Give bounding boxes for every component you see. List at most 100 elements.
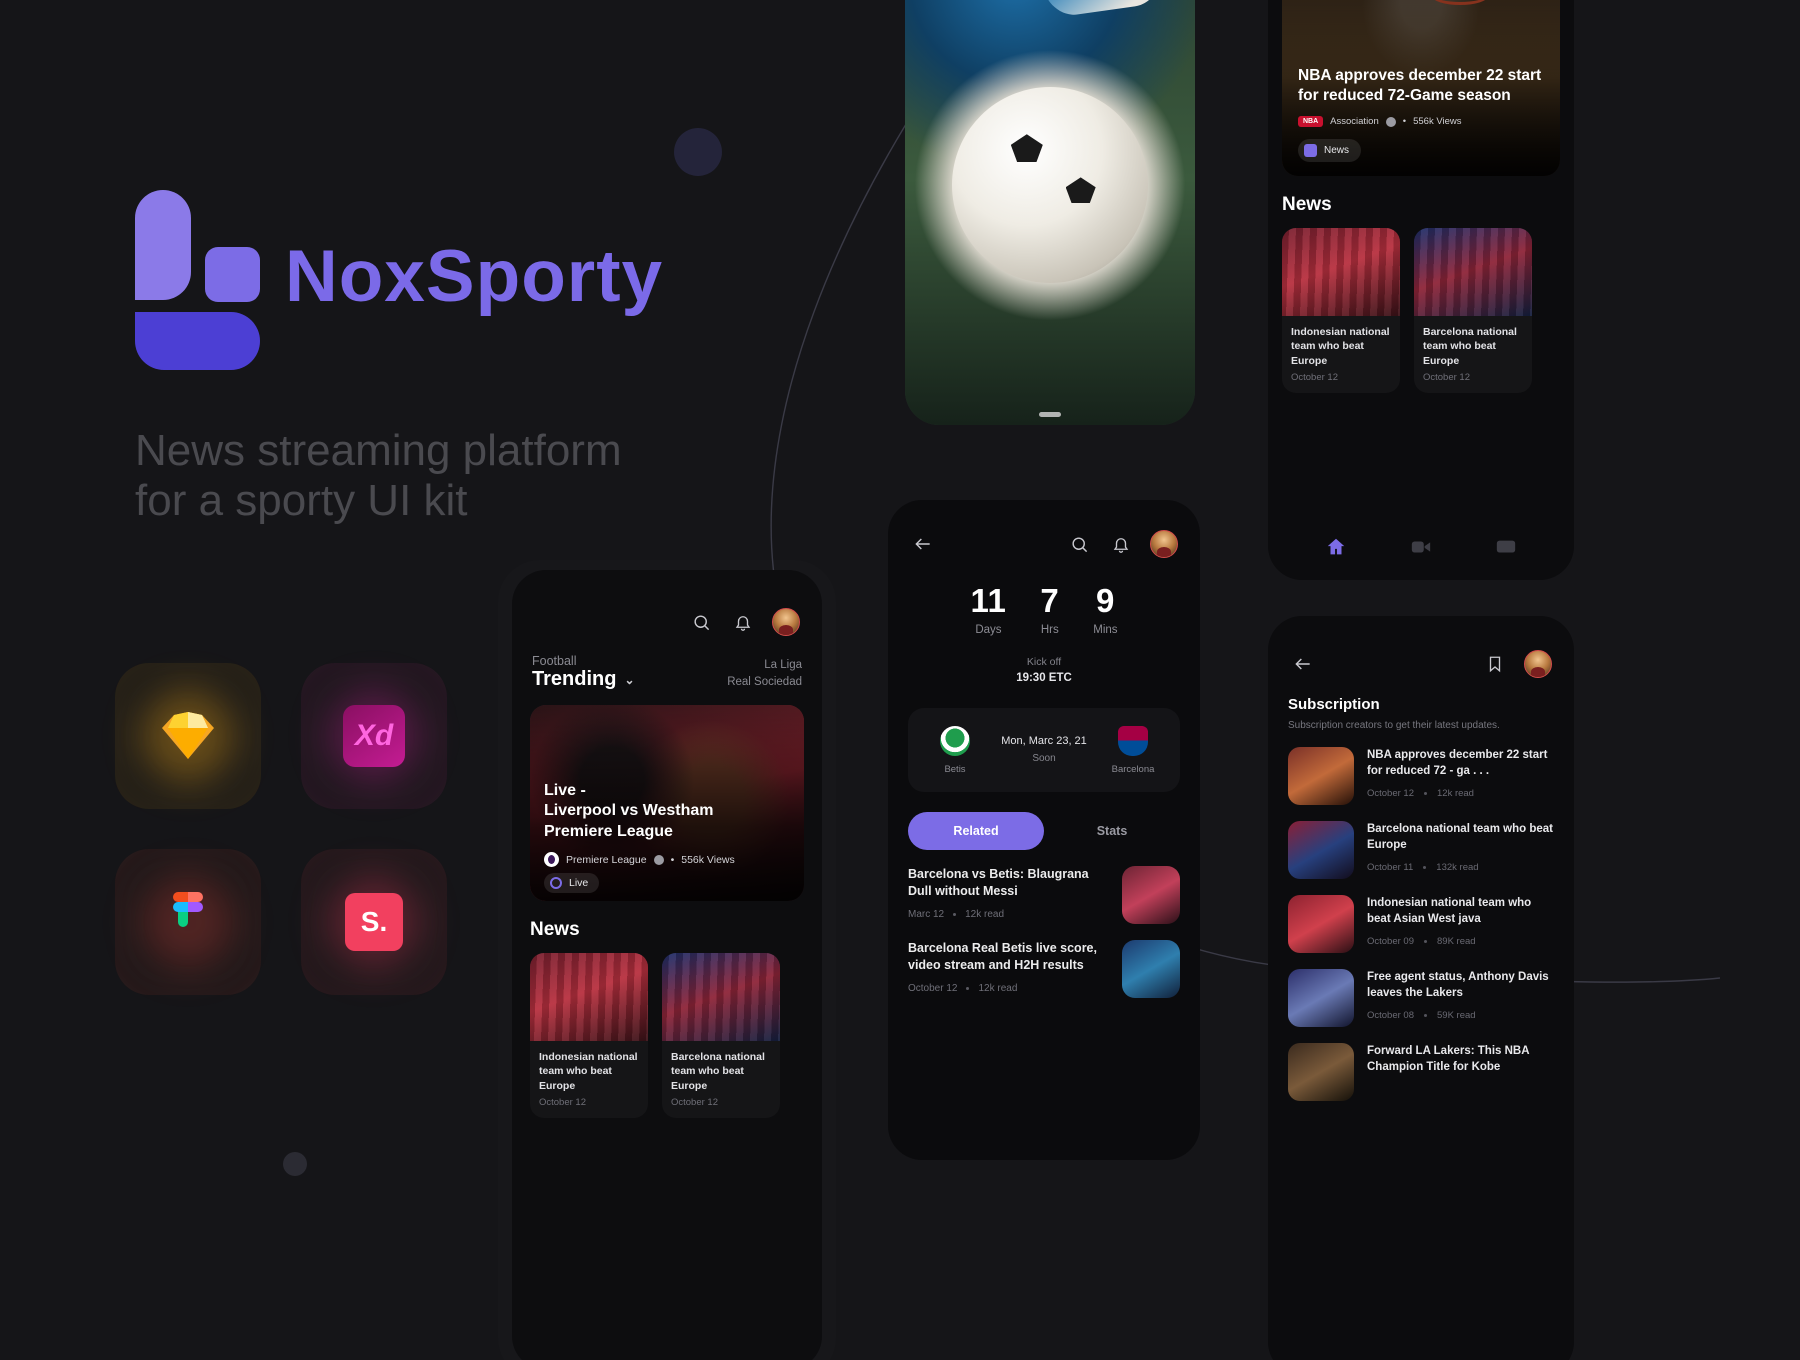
item-date: October 08	[1367, 1009, 1414, 1021]
match-date-block: Mon, Marc 23, 21 Soon	[1001, 733, 1087, 767]
back-arrow-icon[interactable]	[1290, 651, 1316, 677]
match-status: Soon	[1032, 752, 1056, 764]
item-read: 89K read	[1437, 935, 1476, 947]
trending-header: Football Trending ⌄ La Liga Real Socieda…	[512, 636, 822, 691]
list-item[interactable]: Indonesian national team who beat Asian …	[1288, 895, 1554, 953]
chevron-down-icon[interactable]: ⌄	[624, 673, 634, 687]
related-title: Barcelona Real Betis live score, video s…	[908, 941, 1097, 973]
item-title: Free agent status, Anthony Davis leaves …	[1367, 971, 1549, 1000]
related-thumbnail	[1122, 940, 1180, 999]
meta-dot-icon	[953, 912, 957, 916]
countdown: 11 Days 7 Hrs 9 Mins	[888, 584, 1200, 636]
tab-stats[interactable]: Stats	[1044, 812, 1180, 850]
news-thumbnail	[1282, 228, 1400, 316]
countdown-mins-label: Mins	[1093, 624, 1118, 636]
news-card[interactable]: Barcelona national team who beat Europe …	[1414, 228, 1532, 394]
countdown-hours-label: Hrs	[1040, 624, 1059, 636]
countdown-days: 11 Days	[970, 584, 1006, 636]
item-thumbnail	[1288, 895, 1354, 953]
news-thumbnail	[530, 953, 648, 1041]
live-views: 556k Views	[681, 853, 735, 866]
live-card-title: Live - Liverpool vs Westham Premiere Lea…	[544, 781, 792, 843]
hero-news-meta: NBA Association • 556k Views	[1298, 116, 1546, 127]
countdown-mins-value: 9	[1095, 582, 1115, 619]
hero-news-body: NBA approves december 22 start for reduc…	[1298, 66, 1546, 162]
trending-topbar	[512, 608, 822, 636]
meta-dot-icon	[1423, 865, 1427, 869]
bell-icon[interactable]	[730, 609, 756, 635]
decorative-blob	[674, 128, 722, 176]
user-avatar[interactable]	[772, 608, 800, 636]
tv-icon[interactable]	[1495, 536, 1517, 558]
item-date: October 09	[1367, 935, 1414, 947]
item-thumbnail	[1288, 969, 1354, 1027]
sketch-tile[interactable]	[115, 663, 261, 809]
related-meta: Marc 12 12k read	[908, 909, 1110, 920]
news-date: October 12	[1291, 372, 1338, 384]
news-thumbnail	[662, 953, 780, 1041]
sheet-grabber[interactable]	[1039, 412, 1061, 417]
news-badge[interactable]: News	[1298, 139, 1362, 162]
sketch-icon	[162, 712, 214, 759]
news-heading: News	[530, 919, 580, 940]
related-read: 12k read	[978, 982, 1018, 994]
match-card[interactable]: Betis Mon, Marc 23, 21 Soon Barcelona	[908, 708, 1180, 793]
user-avatar[interactable]	[1150, 530, 1178, 558]
live-badge[interactable]: Live	[544, 873, 600, 893]
list-item[interactable]: Barcelona national team who beat Europe …	[1288, 821, 1554, 879]
video-icon[interactable]	[1410, 536, 1432, 558]
related-date: Marc 12	[908, 908, 945, 920]
page-title[interactable]: Trending ⌄	[532, 668, 635, 691]
tab-related[interactable]: Related	[908, 812, 1044, 851]
list-item[interactable]: Forward LA Lakers: This NBA Champion Tit…	[1288, 1043, 1554, 1101]
item-meta: October 12 12k read	[1367, 788, 1554, 799]
adobe-xd-tile[interactable]: Xd	[301, 663, 447, 809]
live-match-card[interactable]: Live - Liverpool vs Westham Premiere Lea…	[530, 705, 804, 901]
list-item[interactable]: Free agent status, Anthony Davis leaves …	[1288, 969, 1554, 1027]
item-date: October 11	[1367, 861, 1414, 873]
figma-icon	[173, 892, 203, 927]
home-icon[interactable]	[1325, 536, 1347, 558]
search-icon[interactable]	[1066, 531, 1092, 557]
kickoff-label: Kick off	[1026, 656, 1062, 668]
tagline-line-2: for a sporty UI kit	[135, 475, 468, 525]
news-badge-icon	[1304, 144, 1317, 157]
news-heading: News	[1282, 194, 1332, 215]
related-title: Barcelona vs Betis: Blaugrana Dull witho…	[908, 867, 1089, 899]
related-date: October 12	[908, 982, 958, 994]
subscription-header: Subscription Subscription creators to ge…	[1288, 696, 1554, 731]
hero-news-card[interactable]: NBA approves december 22 start for reduc…	[1282, 0, 1560, 176]
verified-icon	[1385, 116, 1396, 127]
poster-canvas: NoxSporty News streaming platform for a …	[0, 0, 1800, 1360]
related-item[interactable]: Barcelona vs Betis: Blaugrana Dull witho…	[908, 866, 1180, 925]
bell-icon[interactable]	[1108, 531, 1134, 557]
user-avatar[interactable]	[1524, 650, 1552, 678]
list-item[interactable]: NBA approves december 22 start for reduc…	[1288, 747, 1554, 805]
live-dot-icon	[550, 877, 562, 889]
premier-league-icon	[544, 852, 559, 867]
news-card[interactable]: Indonesian national team who beat Europe…	[1282, 228, 1400, 394]
search-icon[interactable]	[688, 609, 714, 635]
subscription-subtitle: Subscription creators to get their lates…	[1288, 720, 1500, 731]
item-title: Indonesian national team who beat Asian …	[1367, 897, 1532, 926]
related-read: 12k read	[965, 908, 1005, 920]
live-card-meta: Premiere League • 556k Views	[544, 852, 792, 867]
hero-ball-screen	[905, 0, 1195, 425]
meta-dot-icon	[1424, 1013, 1427, 1017]
studio-tile[interactable]: S.	[301, 849, 447, 995]
figma-tile[interactable]	[115, 849, 261, 995]
back-arrow-icon[interactable]	[910, 531, 936, 557]
hero-news-source: Association	[1330, 116, 1379, 127]
related-item[interactable]: Barcelona Real Betis live score, video s…	[908, 940, 1180, 999]
bookmark-icon[interactable]	[1482, 651, 1508, 677]
news-card[interactable]: Indonesian national team who beat Europe…	[530, 953, 648, 1119]
live-title-line-1: Live -	[544, 781, 586, 799]
match-detail-screen: 11 Days 7 Hrs 9 Mins Kick off 19:30 ETC …	[888, 500, 1200, 1160]
kickoff-time: 19:30 ETC	[1016, 672, 1072, 685]
item-meta: October 09 89K read	[1367, 936, 1554, 947]
countdown-mins: 9 Mins	[1093, 584, 1117, 636]
live-league-label: Premiere League	[566, 853, 647, 866]
news-card[interactable]: Barcelona national team who beat Europe …	[662, 953, 780, 1119]
barcelona-crest-icon	[1118, 725, 1148, 756]
verified-icon	[653, 854, 664, 865]
